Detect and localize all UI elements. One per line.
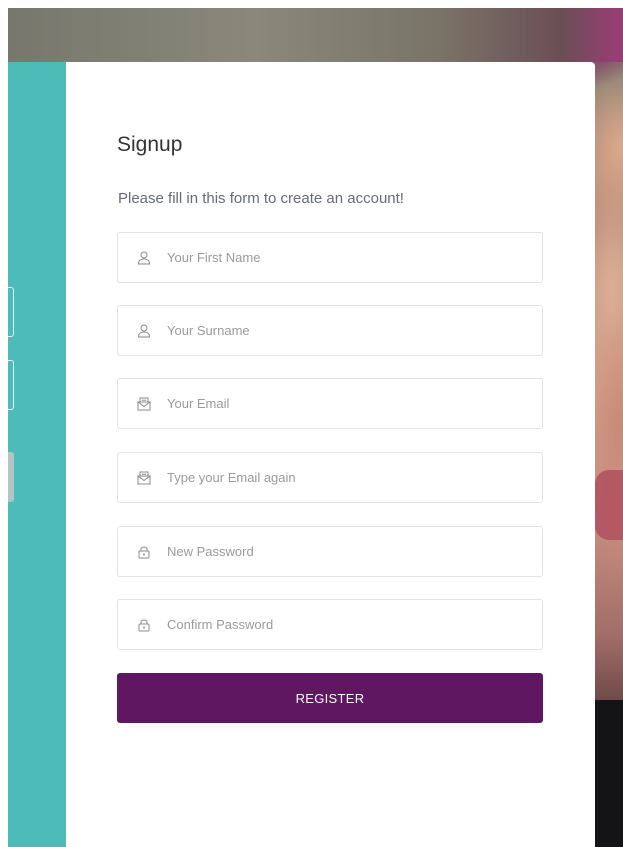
mail-icon: [137, 397, 151, 411]
email-input[interactable]: [167, 388, 527, 419]
mail-icon: [137, 471, 151, 485]
lock-icon: [137, 618, 151, 632]
confirm-password-field[interactable]: [117, 599, 543, 650]
first-name-field[interactable]: [117, 232, 543, 283]
register-button[interactable]: REGISTER: [117, 673, 543, 723]
side-panel-input-edge[interactable]: [8, 360, 14, 410]
side-panel-button-edge[interactable]: [8, 452, 14, 502]
background-photo-detail: [595, 470, 623, 540]
surname-field[interactable]: [117, 305, 543, 356]
email-field[interactable]: [117, 378, 543, 429]
new-password-field[interactable]: [117, 526, 543, 577]
side-panel: [8, 62, 66, 847]
lock-icon: [137, 545, 151, 559]
confirm-email-input[interactable]: [167, 462, 527, 493]
confirm-password-input[interactable]: [167, 609, 527, 640]
new-password-input[interactable]: [167, 536, 527, 567]
form-title: Signup: [117, 133, 183, 156]
user-icon: [137, 251, 151, 265]
user-icon: [137, 324, 151, 338]
surname-input[interactable]: [167, 315, 527, 346]
form-subtitle: Please fill in this form to create an ac…: [118, 190, 404, 207]
confirm-email-field[interactable]: [117, 452, 543, 503]
background-photo-top: [8, 8, 623, 62]
side-panel-input-edge[interactable]: [8, 287, 14, 337]
first-name-input[interactable]: [167, 242, 527, 273]
background-photo-shadow: [595, 700, 623, 847]
